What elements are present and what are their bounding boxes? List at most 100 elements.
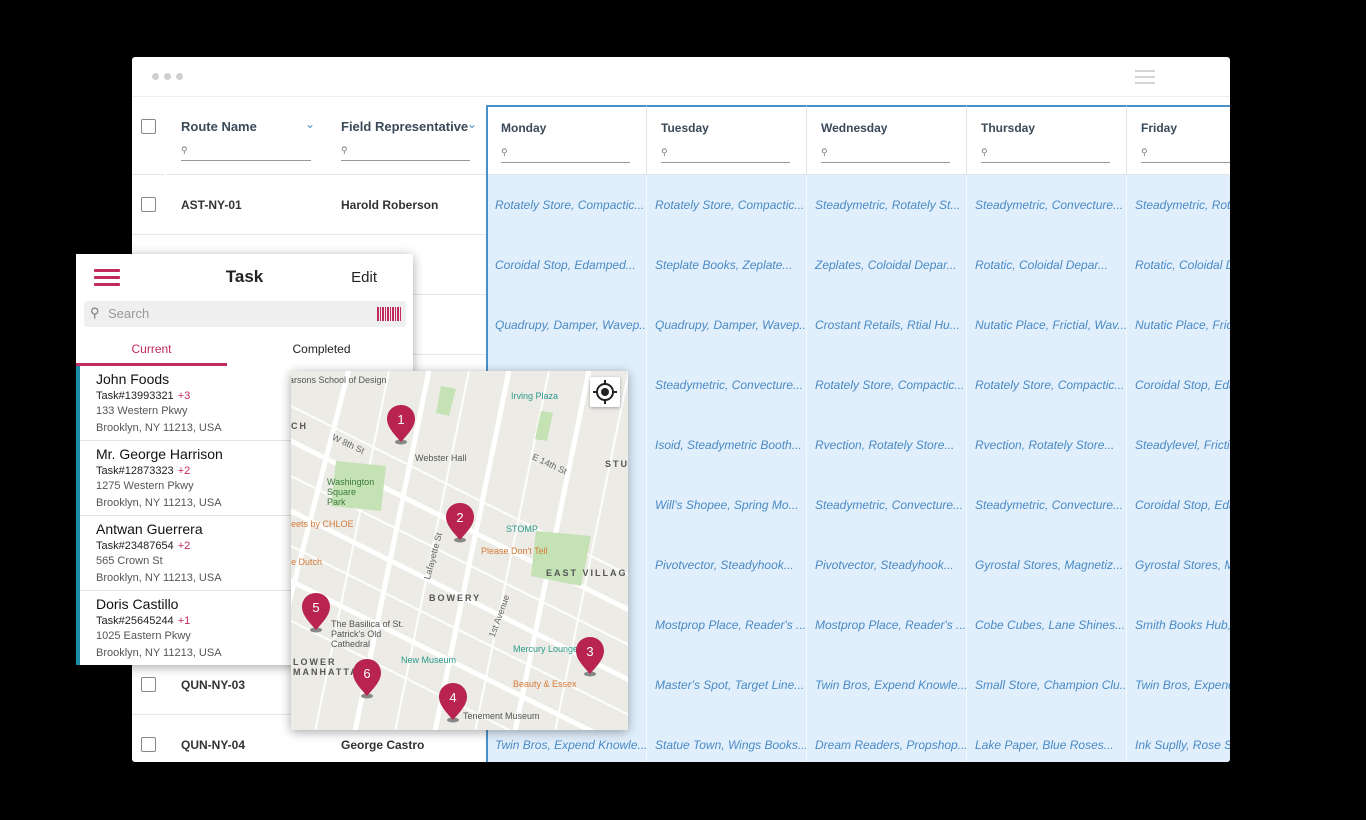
day-cell[interactable]: Steadymetric, Rotately St... [806,175,966,235]
tab-current[interactable]: Current [76,336,227,366]
day-cell[interactable]: Steadymetric, Convecture... [966,175,1126,235]
day-cell[interactable]: Master's Spot, Target Line... [646,655,806,715]
search-input[interactable]: ⚲ Search [84,301,406,327]
title-bar [132,57,1230,97]
map-pin[interactable]: 6 [353,659,381,699]
map-label: The Basilica of St. Patrick's Old Cathed… [331,619,404,649]
day-cell[interactable]: Ink Suplly, Rose Sto [1126,715,1230,762]
header-friday[interactable]: Friday ⚲ [1126,105,1230,175]
window-dots [152,73,183,80]
day-cell[interactable]: Coroidal Stop, Edamped... [486,235,646,295]
task-id: Task#25645244 [96,615,174,627]
row-checkbox[interactable] [141,197,156,212]
tab-completed[interactable]: Completed [246,336,397,366]
pin-number: 6 [363,666,370,681]
row-checkbox[interactable] [141,737,156,752]
chevron-down-icon[interactable]: ⌄ [467,117,477,131]
map-label: STU [605,459,628,469]
barcode-icon[interactable] [377,307,401,321]
my-location-button[interactable] [590,377,620,407]
day-cell[interactable]: Lake Paper, Blue Roses... [966,715,1126,762]
edit-button[interactable]: Edit [351,269,377,286]
day-cell[interactable]: Steadylevel, Frictin [1126,415,1230,475]
chevron-down-icon[interactable]: ⌄ [305,117,315,131]
map-view[interactable]: arsons School of Design Irving Plaza Web… [291,371,628,730]
day-cell[interactable]: Cobe Cubes, Lane Shines... [966,595,1126,655]
map-label: Irving Plaza [511,391,559,401]
task-list-item[interactable]: John Foods Task#13993321 +3 133 Western Pkw… [80,366,291,441]
day-cell[interactable]: Zeplates, Coloidal Depar... [806,235,966,295]
header-monday[interactable]: Monday ⚲ [486,105,646,175]
row-checkbox[interactable] [141,677,156,692]
extra-count: +2 [177,540,191,552]
table-row[interactable]: AST-NY-01 Harold Roberson Rotately Store, … [132,175,1230,235]
day-cell[interactable]: Gyrostal Stores, Ma [1126,535,1230,595]
map-pin[interactable]: 3 [576,637,604,677]
day-cell[interactable]: Isoid, Steadymetric Booth... [646,415,806,475]
day-cell[interactable]: Twin Bros, Expend Knowle... [806,655,966,715]
day-cell[interactable]: Pivotvector, Steadyhook... [646,535,806,595]
day-cell[interactable]: Mostprop Place, Reader's ... [646,595,806,655]
menu-icon[interactable] [1135,70,1155,88]
day-cell[interactable]: Gyrostal Stores, Magnetiz... [966,535,1126,595]
day-cell[interactable]: Rotatic, Coloidal D [1126,235,1230,295]
pin-number: 3 [586,644,593,659]
map-pin[interactable]: 2 [446,503,474,543]
day-cell[interactable]: Rotately Store, Compactic... [806,355,966,415]
map-pin[interactable]: 5 [302,593,330,633]
header-wednesday[interactable]: Wednesday ⚲ [806,105,966,175]
day-cell[interactable]: Steadymetric, Convecture... [646,355,806,415]
day-cell[interactable]: Rotately Store, Compactic... [646,175,806,235]
pin-number: 1 [397,412,404,427]
map-label: EAST VILLAGE [546,568,628,578]
task-list-item[interactable]: Doris Castillo Task#25645244 +1 1025 Easter… [80,591,291,665]
day-cell[interactable]: Rotately Store, Compactic... [486,175,646,235]
header-tuesday[interactable]: Tuesday ⚲ [646,105,806,175]
day-cell[interactable]: Statue Town, Wings Books... [646,715,806,762]
address-line: 1025 Eastern Pkwy [96,630,191,642]
friday-filter-input[interactable]: ⚲ [1141,147,1230,163]
day-cell[interactable]: Quadrupy, Damper, Wavep... [646,295,806,355]
day-cell[interactable]: Crostant Retails, Rtial Hu... [806,295,966,355]
day-cell[interactable]: Coroidal Stop, Edar [1126,355,1230,415]
extra-count: +1 [177,615,191,627]
map-pin[interactable]: 4 [439,683,467,723]
thursday-filter-input[interactable]: ⚲ [981,147,1110,163]
map-pin[interactable]: 1 [387,405,415,445]
day-cell[interactable]: Rvection, Rotately Store... [806,415,966,475]
day-cell[interactable]: Pivotvector, Steadyhook... [806,535,966,595]
day-cell[interactable]: Steadymetric, Rota [1126,175,1230,235]
day-cell[interactable]: Coroidal Stop, Edar [1126,475,1230,535]
task-list-item[interactable]: Mr. George Harrison Task#12873323 +2 1275 W… [80,441,291,516]
map-label: STOMP [506,524,538,534]
address-line: Brooklyn, NY 11213, USA [96,497,222,509]
day-cell[interactable]: Rotatic, Coloidal Depar... [966,235,1126,295]
task-list-item[interactable]: Antwan Guerrera Task#23487654 +2 565 Crown … [80,516,291,591]
header-route-name[interactable]: Route Name ⌄ ⚲ [167,105,327,175]
route-filter-input[interactable]: ⚲ [181,145,311,161]
day-cell[interactable]: Nutatic Place, Frict [1126,295,1230,355]
pin-number: 2 [456,510,463,525]
day-cell[interactable]: Steadymetric, Convecture... [806,475,966,535]
day-cell[interactable]: Steplate Books, Zeplate... [646,235,806,295]
rep-filter-input[interactable]: ⚲ [341,145,470,161]
day-cell[interactable]: Will's Shopee, Spring Mo... [646,475,806,535]
monday-filter-input[interactable]: ⚲ [501,147,630,163]
day-cell[interactable]: Small Store, Champion Clu... [966,655,1126,715]
header-field-rep[interactable]: Field Representative ⌄ ⚲ [327,105,486,175]
day-cell[interactable]: Dream Readers, Propshop... [806,715,966,762]
day-cell[interactable]: Steadymetric, Convecture... [966,475,1126,535]
tuesday-filter-input[interactable]: ⚲ [661,147,790,163]
wednesday-filter-input[interactable]: ⚲ [821,147,950,163]
map-label: LOWER MANHATTAN [293,657,368,677]
day-cell[interactable]: Mostprop Place, Reader's ... [806,595,966,655]
day-cell[interactable]: Rvection, Rotately Store... [966,415,1126,475]
day-cell[interactable]: Nutatic Place, Frictial, Wav... [966,295,1126,355]
day-cell[interactable]: Smith Books Hub, I [1126,595,1230,655]
pin-number: 4 [449,690,456,705]
day-cell[interactable]: Rotately Store, Compactic... [966,355,1126,415]
day-cell[interactable]: Quadrupy, Damper, Wavep... [486,295,646,355]
select-all-checkbox[interactable] [141,119,156,134]
day-cell[interactable]: Twin Bros, Expend [1126,655,1230,715]
header-thursday[interactable]: Thursday ⚲ [966,105,1126,175]
